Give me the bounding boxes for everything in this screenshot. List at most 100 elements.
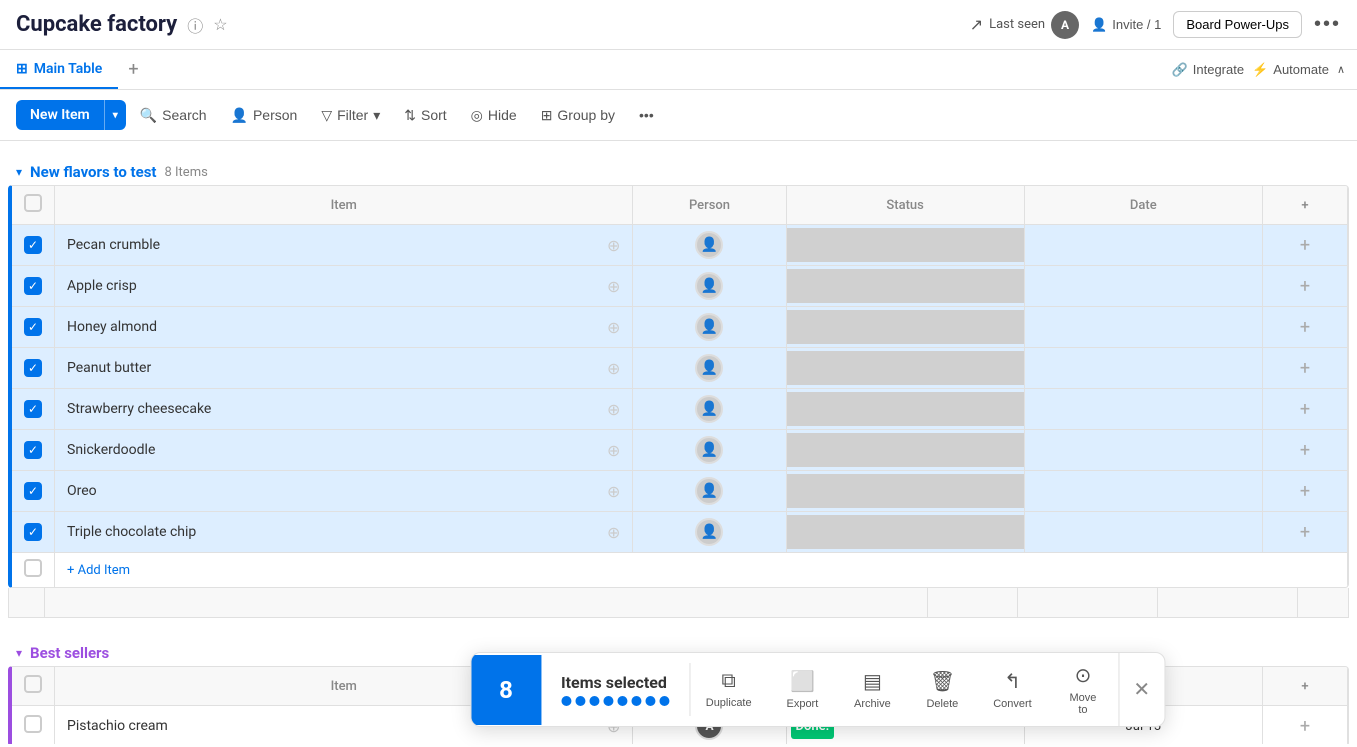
- checkbox-checked[interactable]: ✓: [24, 277, 42, 295]
- item-name: Pistachio cream: [67, 718, 168, 734]
- selected-text-area: Items selected: [541, 663, 690, 716]
- person-avatar: 👤: [695, 272, 723, 300]
- item-name: Pecan crumble: [67, 237, 160, 253]
- automate-button[interactable]: ⚡ Automate: [1252, 62, 1329, 78]
- checkbox-checked[interactable]: ✓: [24, 441, 42, 459]
- info-icon[interactable]: ⓘ: [187, 13, 203, 37]
- group-by-button[interactable]: ⊞ Group by: [531, 101, 625, 130]
- collapse-button[interactable]: ∧: [1337, 63, 1345, 76]
- add-person-icon[interactable]: ⊕: [607, 318, 620, 337]
- selected-label: Items selected: [561, 673, 669, 692]
- g2-header-checkbox-cell[interactable]: [12, 667, 55, 706]
- integrate-icon: 🔗: [1172, 62, 1188, 78]
- checkbox-cell[interactable]: ✓: [12, 512, 55, 553]
- top-header: Cupcake factory ⓘ ☆ ↗ Last seen A 👤 Invi…: [0, 0, 1357, 50]
- add-person-icon[interactable]: ⊕: [607, 482, 620, 501]
- selection-dot: [589, 696, 599, 706]
- add-col-cell[interactable]: +: [1262, 389, 1347, 430]
- checkbox-checked[interactable]: ✓: [24, 236, 42, 254]
- integrate-button[interactable]: 🔗 Integrate: [1172, 62, 1245, 78]
- item-name-cell: Oreo ⊕: [55, 471, 633, 512]
- checkbox-cell[interactable]: ✓: [12, 225, 55, 266]
- person-cell: 👤: [633, 348, 786, 389]
- add-col-cell[interactable]: +: [1262, 471, 1347, 512]
- move_to-button[interactable]: ⊙ Move to: [1048, 653, 1119, 726]
- close-bar-button[interactable]: ✕: [1118, 653, 1164, 726]
- group2-title[interactable]: Best sellers: [30, 644, 109, 662]
- star-icon[interactable]: ☆: [213, 15, 227, 35]
- add-col-cell[interactable]: +: [1262, 266, 1347, 307]
- filter-button[interactable]: ▽ Filter ▾: [311, 101, 390, 130]
- person-cell: 👤: [633, 471, 786, 512]
- g2-header-checkbox[interactable]: [24, 675, 42, 693]
- add-col-cell[interactable]: +: [1262, 225, 1347, 266]
- sort-icon: ⇅: [404, 107, 416, 124]
- sort-button[interactable]: ⇅ Sort: [394, 101, 456, 130]
- export-button[interactable]: ⬜ Export: [767, 659, 837, 720]
- add-item-label[interactable]: + Add Item: [55, 553, 1348, 588]
- group1-title[interactable]: New flavors to test: [30, 163, 156, 181]
- toolbar-more-button[interactable]: •••: [629, 101, 664, 129]
- add-person-icon[interactable]: ⊕: [607, 400, 620, 419]
- item-name-cell: Honey almond ⊕: [55, 307, 633, 348]
- checkbox-checked[interactable]: ✓: [24, 318, 42, 336]
- person-avatar: 👤: [695, 518, 723, 546]
- move_to-icon: ⊙: [1075, 663, 1092, 688]
- person-cell: 👤: [633, 389, 786, 430]
- checkbox-cell[interactable]: ✓: [12, 348, 55, 389]
- add-col-cell[interactable]: +: [1262, 348, 1347, 389]
- checkbox-cell[interactable]: ✓: [12, 307, 55, 348]
- duplicate-label: Duplicate: [706, 697, 752, 709]
- g2-col-header-add[interactable]: +: [1262, 667, 1347, 706]
- add-person-icon[interactable]: ⊕: [607, 359, 620, 378]
- checkbox-cell[interactable]: ✓: [12, 389, 55, 430]
- checkbox-cell[interactable]: ✓: [12, 471, 55, 512]
- search-icon: 🔍: [140, 107, 157, 124]
- person-avatar: 👤: [695, 477, 723, 505]
- add-person-icon[interactable]: ⊕: [607, 236, 620, 255]
- add-item-row[interactable]: + Add Item: [12, 553, 1348, 588]
- new-item-button[interactable]: New Item ▾: [16, 100, 126, 130]
- add-col-cell[interactable]: +: [1262, 307, 1347, 348]
- group1-chevron[interactable]: ▾: [16, 165, 22, 179]
- date-cell: [1024, 348, 1262, 389]
- checkbox-unchecked[interactable]: [24, 715, 42, 733]
- checkbox-checked[interactable]: ✓: [24, 400, 42, 418]
- add-col-cell[interactable]: +: [1262, 512, 1347, 553]
- checkbox-cell[interactable]: [12, 706, 55, 745]
- add-col-cell[interactable]: +: [1262, 430, 1347, 471]
- delete-button[interactable]: 🗑 Delete: [907, 659, 977, 720]
- status-cell: [786, 225, 1024, 266]
- new-item-chevron-icon[interactable]: ▾: [105, 103, 126, 128]
- new-item-label[interactable]: New Item: [16, 100, 104, 130]
- duplicate-button[interactable]: ⧉ Duplicate: [690, 660, 767, 719]
- search-button[interactable]: 🔍 Search: [130, 101, 217, 130]
- group2-chevron[interactable]: ▾: [16, 646, 22, 660]
- archive-button[interactable]: ▤ Archive: [837, 659, 907, 720]
- board-power-ups-button[interactable]: Board Power-Ups: [1173, 11, 1302, 38]
- tab-bar-left: ⊞ Main Table +: [0, 50, 149, 89]
- invite-button[interactable]: 👤 Invite / 1: [1091, 17, 1161, 33]
- header-more-button[interactable]: •••: [1314, 13, 1341, 36]
- add-col-cell[interactable]: +: [1262, 706, 1347, 745]
- checkbox-checked[interactable]: ✓: [24, 359, 42, 377]
- convert-button[interactable]: ↰ Convert: [977, 659, 1047, 720]
- checkbox-checked[interactable]: ✓: [24, 482, 42, 500]
- add-person-icon[interactable]: ⊕: [607, 523, 620, 542]
- person-icon: 👤: [231, 107, 248, 124]
- checkbox-cell[interactable]: ✓: [12, 430, 55, 471]
- header-checkbox-cell[interactable]: [12, 186, 55, 225]
- person-button[interactable]: 👤 Person: [221, 101, 308, 130]
- col-header-add[interactable]: +: [1262, 186, 1347, 225]
- tab-add-button[interactable]: +: [118, 50, 148, 89]
- add-person-icon[interactable]: ⊕: [607, 277, 620, 296]
- tab-main-table[interactable]: ⊞ Main Table: [0, 50, 118, 89]
- person-avatar: 👤: [695, 395, 723, 423]
- header-checkbox[interactable]: [24, 194, 42, 212]
- tab-bar-right: 🔗 Integrate ⚡ Automate ∧: [1172, 62, 1357, 78]
- checkbox-cell[interactable]: ✓: [12, 266, 55, 307]
- add-person-icon[interactable]: ⊕: [607, 441, 620, 460]
- person-avatar: 👤: [695, 354, 723, 382]
- hide-button[interactable]: ◎ Hide: [461, 101, 527, 130]
- checkbox-checked[interactable]: ✓: [24, 523, 42, 541]
